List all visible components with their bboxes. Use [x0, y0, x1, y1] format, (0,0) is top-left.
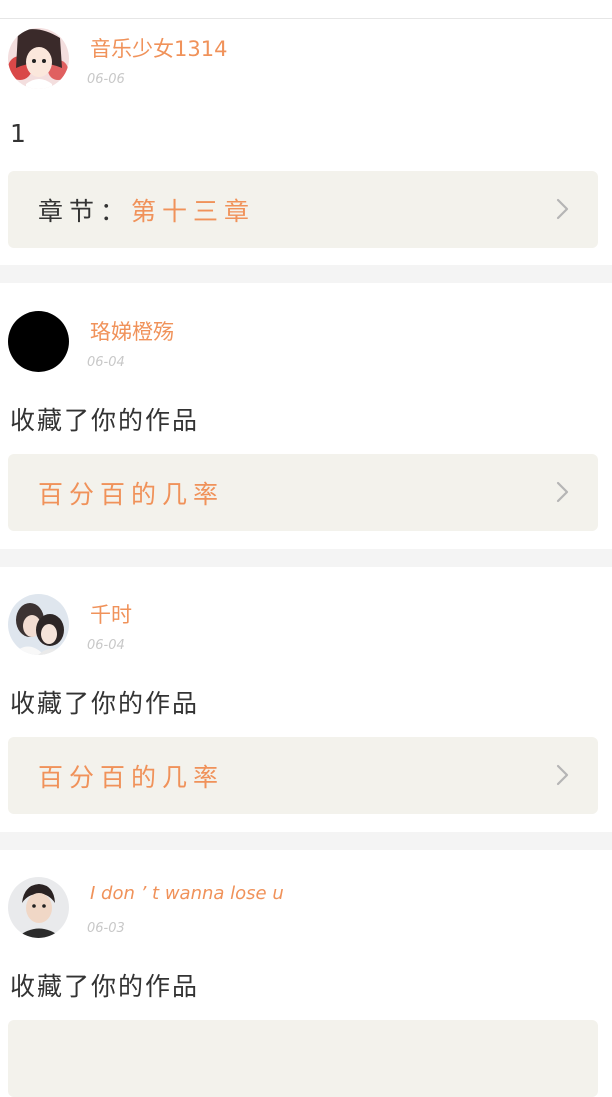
card-value: 百分百的几率 — [38, 479, 225, 509]
username[interactable]: 珞娣橙殇 — [90, 316, 174, 346]
notification-item[interactable]: I don ’ t wanna lose u 06-03 收藏了你的作品 — [0, 850, 612, 1097]
message-text: 1 — [10, 119, 28, 148]
item-separator — [0, 549, 612, 567]
avatar[interactable] — [8, 877, 69, 938]
username[interactable]: 音乐少女1314 — [90, 33, 227, 63]
message-text: 收藏了你的作品 — [10, 972, 200, 1001]
work-card[interactable] — [8, 1020, 598, 1097]
notification-item[interactable]: 千时 06-04 收藏了你的作品 百分百的几率 — [0, 567, 612, 832]
card-label: 章节： — [38, 196, 132, 226]
chevron-right-icon — [556, 481, 569, 503]
notification-item[interactable]: 珞娣橙殇 06-04 收藏了你的作品 百分百的几率 — [0, 283, 612, 549]
card-text: 百分百的几率 — [38, 475, 224, 511]
chevron-right-icon — [556, 198, 569, 220]
chapter-card[interactable]: 章节：第十三章 — [8, 171, 598, 248]
username[interactable]: 千时 — [90, 599, 132, 629]
notification-item[interactable]: 音乐少女1314 06-06 1 章节：第十三章 — [0, 19, 612, 265]
username[interactable]: I don ’ t wanna lose u — [90, 883, 284, 904]
work-card[interactable]: 百分百的几率 — [8, 454, 598, 531]
card-text: 章节：第十三章 — [38, 192, 255, 228]
chevron-right-icon — [556, 764, 569, 786]
timestamp: 06-06 — [87, 72, 125, 87]
work-card[interactable]: 百分百的几率 — [8, 737, 598, 814]
timestamp: 06-03 — [87, 921, 125, 936]
card-value: 第十三章 — [131, 196, 256, 226]
item-separator — [0, 832, 612, 850]
message-text: 收藏了你的作品 — [10, 406, 200, 435]
avatar[interactable] — [8, 28, 69, 89]
avatar[interactable] — [8, 311, 69, 372]
message-text: 收藏了你的作品 — [10, 689, 200, 718]
timestamp: 06-04 — [87, 638, 125, 653]
timestamp: 06-04 — [87, 355, 125, 370]
card-text: 百分百的几率 — [38, 758, 224, 794]
card-value: 百分百的几率 — [38, 762, 225, 792]
item-separator — [0, 265, 612, 283]
avatar[interactable] — [8, 594, 69, 655]
